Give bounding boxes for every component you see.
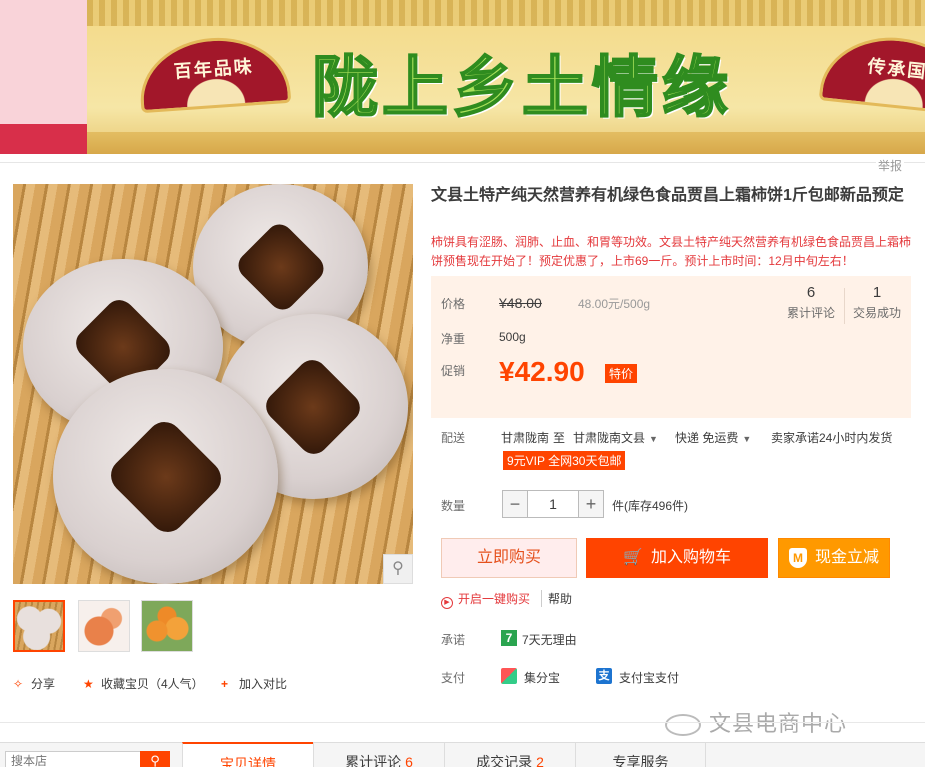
watermark-text: 文县电商中心 <box>709 711 848 736</box>
shop-banner[interactable]: 百年品味 传承国 陇上乡土情缘 <box>0 0 925 154</box>
thumbnail-3[interactable] <box>141 600 193 652</box>
chevron-down-icon: ▼ <box>742 434 752 444</box>
reviews-stat[interactable]: 6 累计评论 <box>778 284 844 321</box>
quantity-increase-button[interactable]: + <box>578 490 604 518</box>
deals-count: 1 <box>872 284 882 301</box>
favorite-label: 收藏宝贝（4人气） <box>101 677 204 691</box>
payment-label: 支付 <box>441 671 466 685</box>
weight-value: 500g <box>499 330 526 344</box>
promise-text[interactable]: 7天无理由 <box>522 631 577 648</box>
compare-action[interactable]: + 加入对比 <box>221 675 287 692</box>
cash-off-button[interactable]: M 现金立减 <box>778 538 890 578</box>
divider <box>0 722 925 723</box>
divider <box>0 162 925 163</box>
alipay-icon: 支 <box>596 668 612 684</box>
ship-from: 甘肃陇南 <box>501 431 550 445</box>
share-label: 分享 <box>31 677 56 691</box>
banner-red-strip <box>0 124 87 154</box>
jifenbao-icon <box>501 668 517 684</box>
weight-label: 净重 <box>441 332 466 346</box>
tab-records-count: 2 <box>536 754 544 767</box>
tab-reviews-count: 6 <box>405 754 413 767</box>
banner-bottom-band <box>87 132 925 154</box>
tab-records-label: 成交记录 <box>476 754 533 767</box>
fan-right-text: 传承国 <box>866 55 925 84</box>
quantity-decrease-button[interactable]: − <box>502 490 528 518</box>
tab-details-label: 宝贝详情 <box>220 756 276 767</box>
cart-icon: 🛒 <box>623 549 643 566</box>
banner-main: 百年品味 传承国 陇上乡土情缘 <box>87 0 925 154</box>
ship-method: 快递 免运费 <box>675 431 739 445</box>
price-label: 价格 <box>441 297 466 311</box>
deals-label: 交易成功 <box>852 306 901 320</box>
add-to-cart-button[interactable]: 🛒 加入购物车 <box>586 538 768 578</box>
chevron-down-icon: ▼ <box>649 434 658 444</box>
promo-tag: 特价 <box>605 364 638 383</box>
tab-records[interactable]: 成交记录 2 <box>444 742 575 767</box>
favorite-action[interactable]: ★ 收藏宝贝（4人气） <box>83 675 204 692</box>
banner-left-decoration <box>0 0 87 154</box>
plus-icon: + <box>221 677 229 691</box>
promo-label: 促销 <box>441 364 466 378</box>
promise-label: 承诺 <box>441 633 466 647</box>
buy-now-button[interactable]: 立即购买 <box>441 538 577 578</box>
zoom-icon[interactable]: ⚲ <box>383 554 413 584</box>
fan-right-decoration: 传承国 <box>818 30 925 116</box>
one-click-buy-link[interactable]: ▶ 开启一键购买 <box>441 590 530 609</box>
quantity-label: 数量 <box>441 499 466 513</box>
reviews-count: 6 <box>806 284 816 301</box>
deals-stat[interactable]: 1 交易成功 <box>844 284 910 321</box>
seven-day-icon: 7 <box>501 630 517 646</box>
persimmon-image-part <box>53 369 278 584</box>
ship-to-select[interactable]: 甘肃陇南文县 ▼ <box>573 429 658 446</box>
one-click-label: 开启一键购买 <box>458 592 531 606</box>
wechat-icon <box>665 714 701 737</box>
tab-details[interactable]: 宝贝详情 <box>182 742 313 767</box>
reviews-label: 累计评论 <box>786 306 835 320</box>
fan-left-decoration: 百年品味 <box>136 32 292 114</box>
ship-promise: 卖家承诺24小时内发货 <box>771 431 893 445</box>
thumbnail-1[interactable] <box>13 600 65 652</box>
stock-text: 件(库存496件) <box>612 499 689 513</box>
share-action[interactable]: ✧ 分享 <box>13 675 55 692</box>
play-icon: ▶ <box>441 597 453 609</box>
shipping-label: 配送 <box>441 431 466 445</box>
product-title: 文县土特产纯天然营养有机绿色食品贾昌上霜柿饼1斤包邮新品预定 <box>431 187 904 204</box>
star-icon: ★ <box>83 677 94 691</box>
help-link[interactable]: 帮助 <box>541 590 572 607</box>
shop-search-input[interactable] <box>5 751 141 767</box>
unit-price: 48.00元/500g <box>578 297 651 311</box>
quantity-input[interactable] <box>528 490 578 518</box>
tab-reviews-label: 累计评论 <box>345 754 402 767</box>
tab-reviews[interactable]: 累计评论 6 <box>313 742 444 767</box>
shield-icon: M <box>788 547 807 568</box>
compare-label: 加入对比 <box>239 677 288 691</box>
report-link[interactable]: 举报 <box>876 157 905 174</box>
price-box: 价格 ¥48.00 48.00元/500g 净重 500g 促销 ¥42.90 … <box>431 276 911 418</box>
ship-method-select[interactable]: 快递 免运费 ▼ <box>675 429 751 446</box>
original-price: ¥48.00 <box>499 295 542 311</box>
ship-to: 甘肃陇南文县 <box>573 431 646 445</box>
search-icon[interactable]: ⚲ <box>140 751 170 767</box>
add-to-cart-label: 加入购物车 <box>650 549 731 566</box>
tab-services[interactable]: 专享服务 <box>575 742 706 767</box>
share-icon: ✧ <box>13 677 24 691</box>
promo-price: ¥42.90 <box>499 356 585 387</box>
tab-services-label: 专享服务 <box>612 754 669 767</box>
vip-tag[interactable]: 9元VIP 全网30天包邮 <box>503 451 626 470</box>
alipay-text[interactable]: 支付宝支付 <box>619 669 679 686</box>
fan-left-text: 百年品味 <box>173 56 255 83</box>
product-subtitle: 柿饼具有涩肠、润肺、止血、和胃等功效。文县土特产纯天然营养有机绿色食品贾昌上霜柿… <box>431 235 912 268</box>
main-product-image[interactable] <box>13 184 413 584</box>
ship-to-word: 至 <box>553 431 566 445</box>
banner-pattern <box>87 0 925 26</box>
cash-off-label: 现金立减 <box>814 549 879 566</box>
jifenbao-text[interactable]: 集分宝 <box>524 669 560 686</box>
thumbnail-2[interactable] <box>78 600 130 652</box>
banner-title: 陇上乡土情缘 <box>311 48 732 127</box>
